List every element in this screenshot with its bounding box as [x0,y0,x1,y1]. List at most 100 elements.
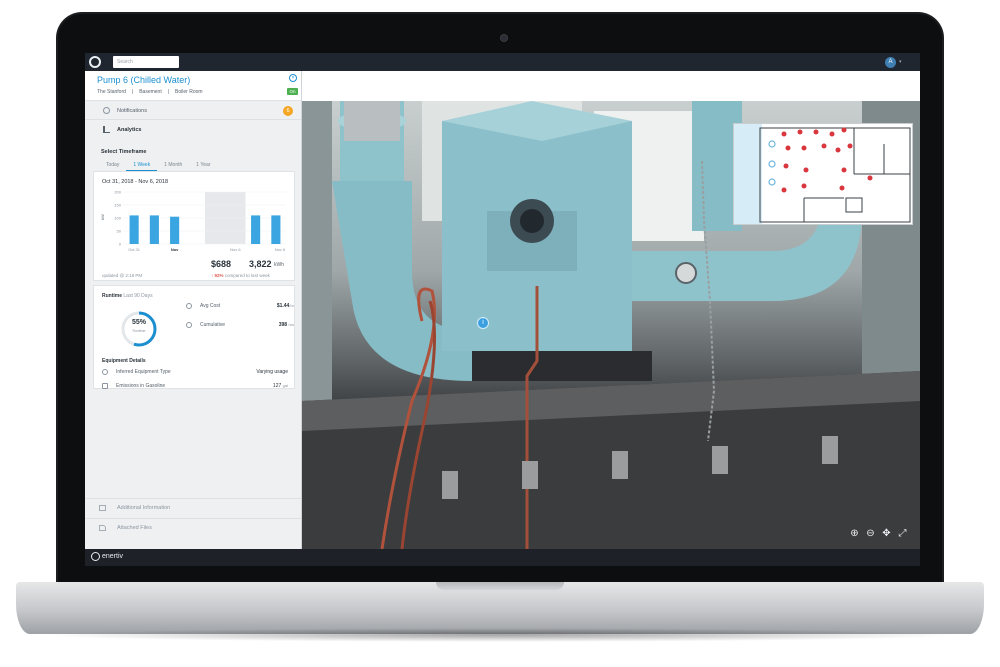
chevron-down-icon[interactable]: ▾ [899,59,902,65]
runtime-label: Runtime Last 90 Days [102,293,153,299]
chart-bar[interactable] [251,215,261,244]
file-icon [99,525,106,531]
cumulative-unit: hrs [288,322,294,327]
chart-y-tick-label: 100 [114,216,121,221]
tab-today[interactable]: Today [99,160,126,171]
enertiv-logo-icon[interactable] [89,56,101,68]
laptop-base-notch [436,582,564,590]
breadcrumb: The Stanford | Basement | Boiler Room [97,89,203,95]
analytics-row[interactable]: Analytics [85,121,301,139]
analytics-label: Analytics [117,127,142,133]
settings-icon [102,369,108,375]
zoom-in-icon[interactable]: ⊕ [849,528,860,539]
status-badge: On [287,88,298,95]
fullscreen-icon[interactable]: ⤢ [897,528,908,539]
chart-y-tick-label: 200 [114,190,121,195]
bell-icon [103,107,110,114]
avg-cost-value: $1.44/hr [277,303,294,309]
notifications-row[interactable]: Notifications 6 [85,102,301,120]
chart-x-tick-label: Nov 6 [275,247,286,252]
comparison-text: ↑ 92% compared to last week [211,273,270,278]
floor-plan [734,124,911,224]
tab-1-month[interactable]: 1 Month [157,160,189,171]
runtime-card: Runtime Last 90 Days 55% Runtime Avg Cos… [93,285,295,389]
chart-y-tick-label: 0 [119,242,122,247]
chart-y-tick-label: 50 [117,229,122,234]
notifications-label: Notifications [117,108,147,114]
brand-name: enertiv [102,553,124,560]
kwh-value: 3,822 [249,259,272,269]
chart-x-tick-label: Oct 31 [128,247,141,252]
equipment-title: Pump 6 (Chilled Water) [97,75,191,85]
chart-bar[interactable] [170,216,180,244]
search-input[interactable]: Search [113,56,179,68]
panel-header: Pump 6 (Chilled Water) × The Stanford | … [85,71,301,101]
breadcrumb-separator: | [167,89,170,95]
cost-value: $688 [211,259,232,269]
runtime-title: Runtime [102,293,122,299]
date-range: Oct 31, 2018 - Nov 6, 2018 [102,179,169,185]
breadcrumb-separator: | [131,89,134,95]
scene-area: i + − [302,71,920,549]
chart-x-tick-label: Nov [171,247,179,252]
emissions-label: Emissions in Gasoline [116,383,166,389]
arrow-up-icon: ↑ [211,273,214,278]
runtime-percent: 55% [131,319,146,326]
usage-bar-chart: 200 150 100 50 0 kW Oct 31 Nov Nov 6 Nov 6 [100,190,286,252]
cumulative-value: 398 hrs [279,322,294,328]
runtime-percent-label: Runtime [132,329,146,333]
timeframe-tabs: Today 1 Week 1 Month 1 Year [99,160,217,171]
info-list-icon [99,505,106,511]
emissions-unit: gal [282,383,288,388]
runtime-period: Last 90 Days [123,293,153,299]
inferred-type-value[interactable]: Varying usage [256,369,288,375]
kwh-unit: kWh [274,262,284,268]
laptop-shadow [40,628,960,642]
avg-cost-number: $1.44 [276,303,290,309]
emissions-value: 127 gal [273,383,288,389]
chart-bar[interactable] [271,215,281,244]
breadcrumb-item[interactable]: Basement [139,89,162,95]
timeframe-label: Select Timeframe [101,149,147,155]
floor-minimap[interactable]: + − [733,123,913,225]
chart-bar[interactable] [129,215,139,244]
updated-timestamp: updated @ 2:18 PM [102,273,143,278]
attached-files-row[interactable]: Attached Files [85,518,301,536]
avg-cost-unit: /hr [289,303,294,308]
fuel-icon [102,383,108,389]
3d-viewer[interactable]: i + − [302,101,920,549]
inferred-type-label: Inferred Equipment Type [116,369,171,375]
zoom-out-icon[interactable]: ⊖ [865,528,876,539]
breadcrumb-item[interactable]: The Stanford [97,89,126,95]
breadcrumb-item[interactable]: Boiler Room [175,89,203,95]
app-footer: enertiv [85,549,920,566]
chart-x-tick-label: Nov 6 [230,247,241,252]
user-avatar[interactable]: A [885,57,896,68]
tab-1-year[interactable]: 1 Year [189,160,217,171]
location-pin-icons[interactable] [781,127,873,193]
clock-icon [186,322,192,328]
laptop-screen: Search A ▾ Pump 6 (Chilled Water) × The … [85,53,920,566]
dollar-icon [186,303,192,309]
enertiv-brand-icon [91,552,100,561]
close-icon[interactable]: × [289,74,297,82]
cumulative-number: 398 [278,322,288,328]
chart-y-axis-label: kW [100,214,105,220]
top-bar: Search A ▾ [85,53,920,71]
additional-info-row[interactable]: Additional Information [85,498,301,516]
laptop-base [16,582,984,634]
camera-icon [500,34,508,42]
attached-files-label: Attached Files [117,525,152,531]
tab-1-week[interactable]: 1 Week [126,160,158,171]
chart-y-tick-label: 150 [114,203,121,208]
chart-bar[interactable] [149,215,159,244]
change-percent: 92% [214,273,224,278]
laptop-lid: Search A ▾ Pump 6 (Chilled Water) × The … [56,12,944,594]
info-marker-icon[interactable]: i [477,317,489,329]
additional-info-label: Additional Information [117,505,171,511]
change-label: compared to last week [224,273,270,278]
laptop-bezel: Search A ▾ Pump 6 (Chilled Water) × The … [58,14,942,594]
brand: enertiv [91,552,123,561]
bar-chart-icon [103,126,110,133]
move-icon[interactable]: ✥ [881,528,892,539]
